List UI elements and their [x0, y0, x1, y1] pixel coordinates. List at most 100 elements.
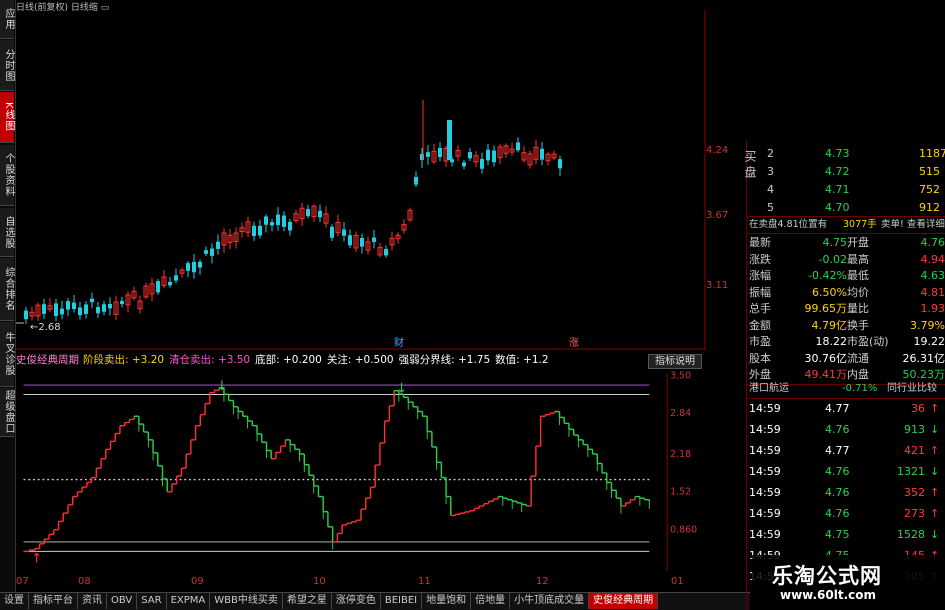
candle [521, 146, 527, 163]
candle [143, 282, 149, 300]
tab-13[interactable]: 史俊经典周期 [589, 593, 659, 609]
candle [342, 222, 346, 242]
indicator-param-4: 强弱分界线: +1.75 [398, 354, 491, 366]
indicator-tabs: 设置 指标平台 资讯 OBV SAR EXPMA WBB中线买卖 希望之星 涨停变色 BEIBEI… [0, 592, 750, 610]
sector-compare-button[interactable]: 同行业比较 [887, 381, 937, 397]
sell-arrow-icon: ↓ [396, 382, 407, 397]
candle [486, 143, 490, 166]
quote-value: -0.02 [818, 252, 847, 266]
candle [161, 270, 167, 289]
date-tick-4: 11 [418, 576, 431, 587]
buy-volume: 912 [919, 201, 940, 214]
buy-level-row[interactable]: 4 4.71 752 [747, 182, 945, 198]
buy-volume: 1187 [919, 147, 945, 160]
tab-2[interactable]: 资讯 [78, 593, 107, 609]
candle [42, 298, 46, 319]
candle [174, 268, 178, 284]
quote-value: 3.79% [910, 318, 945, 332]
left-nav-item-4[interactable]: 自选股 [0, 208, 14, 257]
sell-order-notice[interactable]: 在卖盘4.81位置有 3077手 卖单! 查看详细 [747, 217, 945, 233]
left-nav-item-0[interactable]: 应用 [0, 0, 14, 39]
candle [168, 276, 172, 288]
left-nav-item-5[interactable]: 综合排名 [0, 258, 14, 321]
sector-name[interactable]: 港口航运 [749, 381, 789, 397]
quote-value: 18.22 [815, 335, 848, 348]
tab-12[interactable]: 小牛顶底成交量 [510, 593, 590, 609]
candle [431, 143, 437, 164]
buy-volume: 752 [919, 183, 940, 196]
indicator-tick-4: 0.860 [670, 524, 697, 535]
left-nav-item-7[interactable]: 超级盘口 [0, 388, 14, 437]
date-axis: 07 08 09 10 11 12 01 [16, 576, 746, 590]
candle [360, 233, 364, 254]
sector-row[interactable]: 港口航运 -0.71% 同行业比较 [747, 381, 945, 397]
tab-3[interactable]: OBV [107, 593, 138, 609]
tick-row: 14:59 4.76 273 ↑ [747, 506, 945, 522]
tab-0[interactable]: 设置 [0, 593, 29, 609]
tab-5[interactable]: EXPMA [167, 593, 211, 609]
candle [108, 297, 112, 316]
watermark-url: www.60lt.com [780, 588, 877, 602]
buy-level-row[interactable]: 3 4.72 515 [747, 164, 945, 180]
indicator-tick-1: 2.84 [670, 408, 691, 419]
candle [204, 246, 208, 257]
candle [113, 295, 119, 321]
event-label-zhang[interactable]: 涨 [569, 337, 579, 349]
candlestick-chart[interactable]: ←2.68 财 涨 [16, 10, 706, 350]
sell-notice-detail-link[interactable]: 卖单! 查看详细 [881, 217, 945, 233]
candle [252, 221, 256, 241]
tab-7[interactable]: 希望之星 [283, 593, 332, 609]
tab-8[interactable]: 涨停变色 [332, 593, 381, 609]
left-nav-item-2[interactable]: K线图 [0, 92, 14, 143]
left-nav: 应用 分时图 K线图个股资料自选股 综合排名 牛叉诊股 超级盘口 [0, 0, 16, 609]
quote-row: 股本 30.76亿 流通 26.31亿 [747, 351, 945, 367]
tab-6[interactable]: WBB中线买卖 [210, 593, 283, 609]
tab-9[interactable]: BEIBEI [381, 593, 423, 609]
candle [365, 236, 371, 255]
candle [551, 150, 557, 160]
buy-level-row[interactable]: 5 4.70 912 [747, 200, 945, 216]
buy-price: 4.70 [825, 201, 850, 214]
date-tick-5: 12 [536, 576, 549, 587]
candle [372, 229, 376, 249]
quote-label: 涨幅 [749, 269, 771, 282]
tab-10[interactable]: 地量饱和 [422, 593, 472, 609]
tick-volume: 273 [904, 507, 925, 520]
indicator-param-5: 数值: +1.2 [495, 354, 549, 366]
tick-time: 14:59 [749, 507, 781, 520]
chart-top-bar: 日线(前复权) 日线缩 ▭ [16, 0, 536, 13]
candle [276, 207, 280, 231]
buy-level: 3 [767, 165, 774, 178]
tab-11[interactable]: 倍地量 [471, 593, 511, 609]
tab-1[interactable]: 指标平台 [29, 593, 78, 609]
quote-panel: 买盘 2 4.73 1187 3 4.72 515 4 4.71 752 5 4.70 912 在卖盘4.… [743, 140, 945, 610]
sell-arrow-icon: ↓ [216, 379, 227, 394]
quote-value: 30.76亿 [804, 351, 848, 365]
candle [29, 306, 35, 321]
quote-label: 最新 [749, 236, 771, 249]
candle [473, 150, 479, 167]
candle [24, 307, 28, 324]
divider [747, 233, 945, 234]
candle [527, 150, 533, 169]
indicator-name[interactable]: 史俊经典周期 [16, 354, 79, 366]
tab-4[interactable]: SAR [137, 593, 167, 609]
candle [353, 231, 359, 253]
candle [60, 300, 64, 320]
sell-notice-text: 在卖盘4.81位置有 [749, 219, 828, 230]
watermark-title: 乐淘公式网 [772, 564, 882, 588]
quote-label: 量比 [847, 302, 869, 315]
event-label-cai[interactable]: 财 [394, 336, 404, 349]
indicator-chart[interactable]: ↓ ↓ ↑ 3.50 2.84 2.18 1.52 0.860 [16, 368, 706, 576]
buy-level-row[interactable]: 2 4.73 1187 [747, 146, 945, 162]
left-nav-item-1[interactable]: 分时图 [0, 40, 14, 91]
up-arrow-icon: ↑ [930, 486, 940, 499]
indicator-tick-3: 1.52 [670, 487, 691, 498]
up-arrow-icon: ↑ [930, 444, 940, 457]
indicator-help-button[interactable]: 指标说明 [648, 354, 702, 369]
left-nav-item-3[interactable]: 个股资料 [0, 145, 14, 206]
left-nav-item-6[interactable]: 牛叉诊股 [0, 322, 14, 387]
candle [455, 145, 461, 162]
candle [66, 298, 70, 317]
candle [299, 202, 305, 227]
